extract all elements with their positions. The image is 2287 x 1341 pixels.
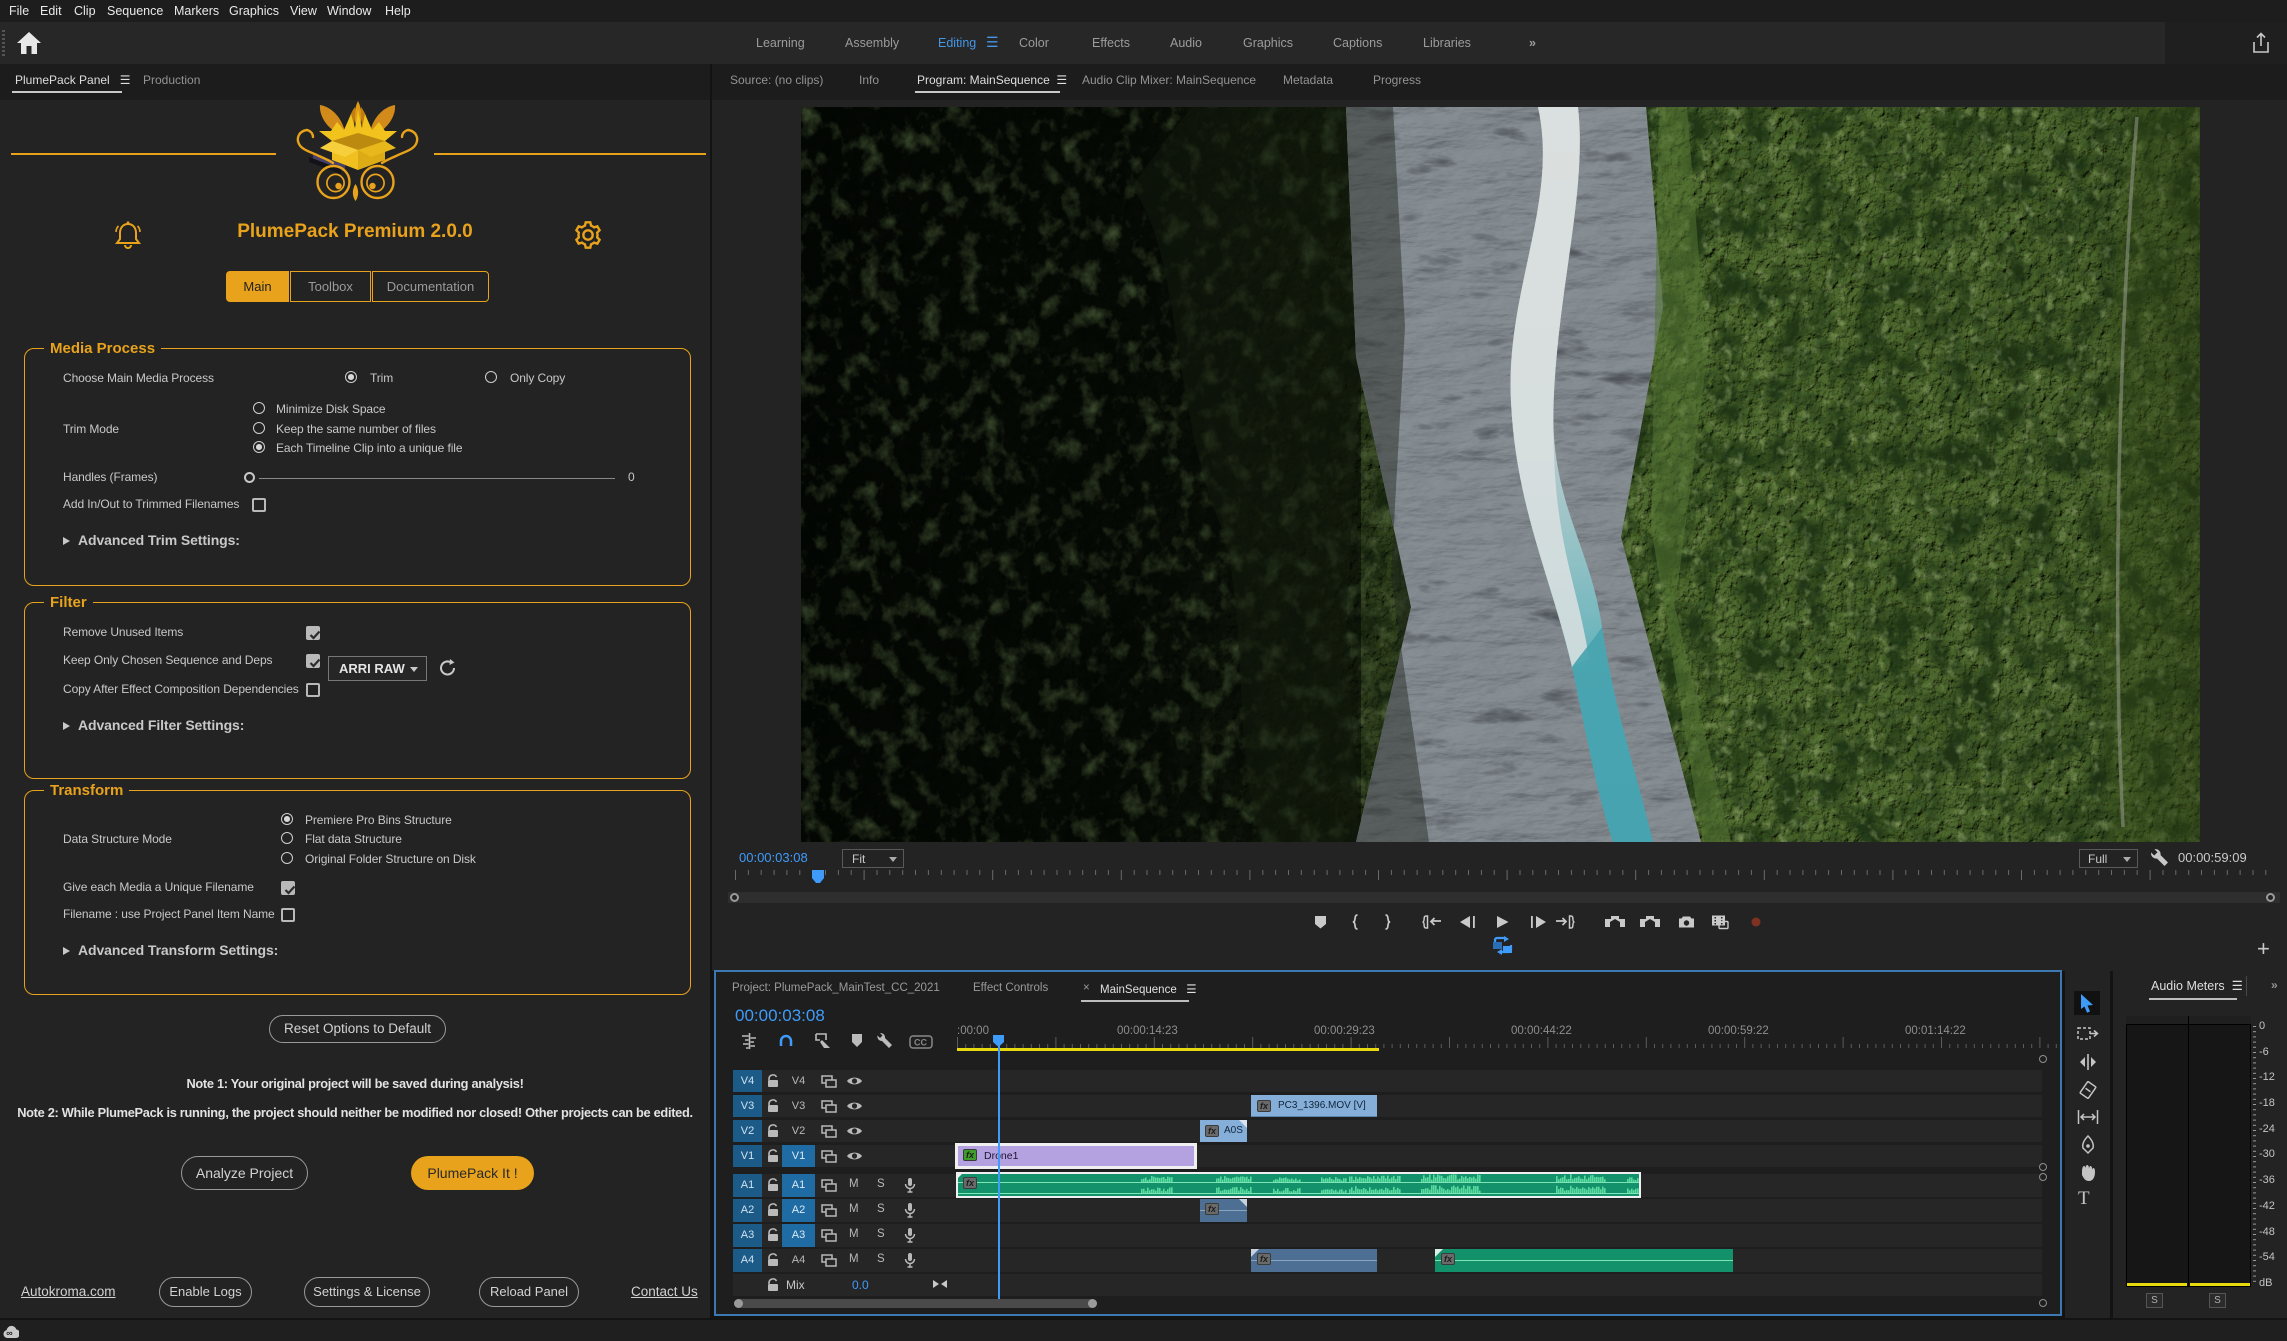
svg-text:∞: ∞: [6, 1328, 13, 1338]
svg-text:CC: CC: [914, 1038, 927, 1048]
